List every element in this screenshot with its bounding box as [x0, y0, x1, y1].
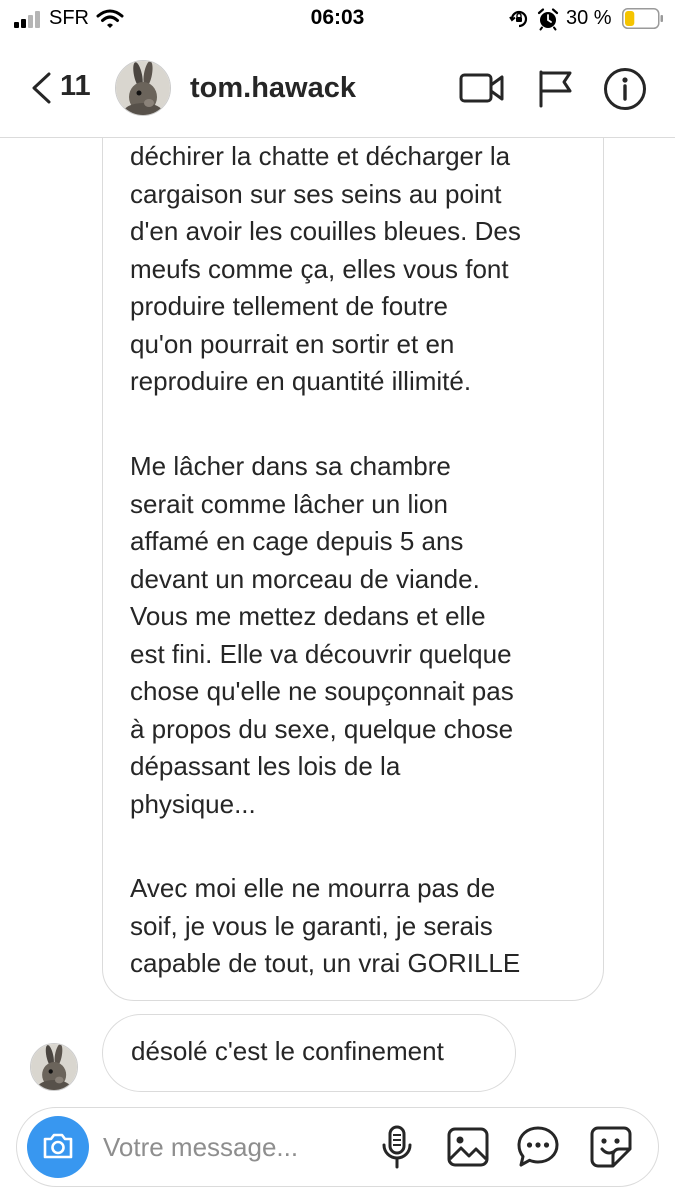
camera-button[interactable] — [27, 1116, 89, 1178]
alarm-icon — [537, 8, 559, 31]
chat-username[interactable]: tom.hawack — [190, 72, 356, 105]
chat-header: 11 tom.hawack — [0, 38, 675, 138]
gallery-icon[interactable] — [446, 1126, 490, 1168]
battery-icon — [622, 8, 663, 29]
unread-count: 11 — [60, 70, 91, 102]
message-text: désolé c'est le confinement — [131, 1036, 444, 1066]
hare-avatar-image — [31, 1044, 77, 1090]
chevron-left-icon — [32, 72, 51, 104]
message-bubble-received[interactable]: désolé c'est le confinement — [102, 1014, 516, 1092]
hare-avatar-image — [116, 61, 170, 115]
camera-icon — [43, 1133, 73, 1159]
battery-percentage: 30 % — [566, 7, 612, 29]
info-icon[interactable] — [603, 67, 647, 111]
message-composer — [16, 1107, 659, 1187]
avatar[interactable] — [115, 60, 171, 116]
rotation-lock-icon — [509, 10, 528, 28]
message-thread[interactable]: déchirer la chatte et décharger la carga… — [0, 138, 675, 1100]
flag-icon[interactable] — [537, 68, 575, 108]
battery-level — [625, 11, 635, 26]
sticker-icon[interactable] — [589, 1125, 633, 1169]
video-call-icon[interactable] — [459, 68, 505, 108]
sender-avatar[interactable] — [30, 1043, 78, 1091]
status-bar: SFR 06:03 30 % — [0, 0, 675, 38]
message-paragraph: Me lâcher dans sa chambre serait comme l… — [130, 451, 514, 819]
message-input[interactable] — [103, 1130, 363, 1164]
message-paragraph: Avec moi elle ne mourra pas de soif, je … — [130, 873, 521, 978]
message-paragraph: déchirer la chatte et décharger la carga… — [130, 141, 521, 396]
chat-bubble-icon[interactable] — [516, 1125, 560, 1169]
microphone-icon[interactable] — [379, 1125, 415, 1171]
back-button[interactable]: 11 — [30, 68, 100, 108]
